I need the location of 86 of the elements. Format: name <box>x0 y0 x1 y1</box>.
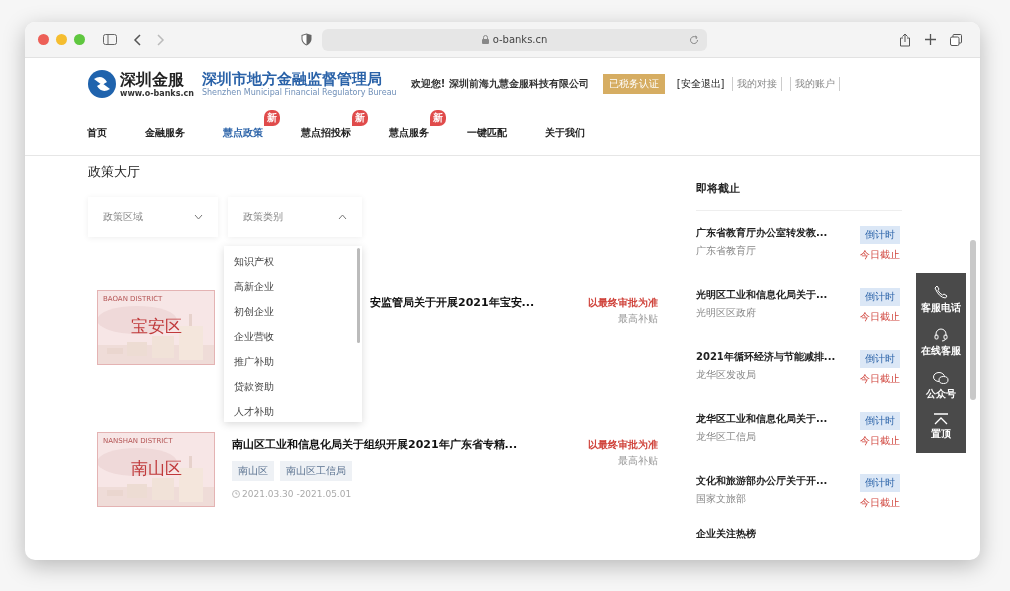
sidebar-icon[interactable] <box>103 34 117 45</box>
section-title: 即将截止 <box>696 181 902 211</box>
float-panel-button[interactable]: 在线客服 <box>921 327 961 359</box>
float-panel-button[interactable]: 客服电话 <box>921 285 961 316</box>
account-link[interactable]: 我的账户 <box>790 77 841 91</box>
policy-title[interactable]: 南山区工业和信息化局关于组织开展2021年广东省专精... <box>232 437 562 452</box>
new-tab-icon[interactable] <box>925 34 936 45</box>
headset-icon <box>934 327 948 343</box>
section-title: 企业关注热榜 <box>696 527 757 541</box>
countdown-badge: 倒计时 <box>860 350 900 368</box>
district-label: 南山区 <box>129 457 183 480</box>
filter-dropdown[interactable]: 政策区域 <box>88 197 218 237</box>
deadline-status: 今日截止 <box>859 310 901 324</box>
brand-url: www.o-banks.cn <box>120 88 194 98</box>
deadline-title[interactable]: 文化和旅游部办公厅关于开... <box>696 474 850 488</box>
menu-item[interactable]: 贷款资助 <box>234 380 362 394</box>
reload-icon[interactable] <box>689 34 699 45</box>
back-to-top-icon <box>933 412 949 425</box>
menu-item[interactable]: 知识产权 <box>234 255 362 269</box>
account-link[interactable]: 我的对接 <box>732 77 783 91</box>
float-panel-button[interactable]: 公众号 <box>926 370 956 401</box>
deadline-title[interactable]: 2021年循环经济与节能减排... <box>696 350 850 364</box>
new-badge: 新 <box>352 109 368 126</box>
countdown-badge: 倒计时 <box>860 474 900 492</box>
nav-tab[interactable]: 关于我们 <box>545 125 585 140</box>
policy-title[interactable]: 安监管局关于开展2021年宝安... <box>370 295 562 310</box>
deadline-status: 今日截止 <box>859 248 901 262</box>
back-icon[interactable] <box>133 33 141 46</box>
scrollbar[interactable] <box>970 240 976 400</box>
countdown-badge: 倒计时 <box>860 412 900 430</box>
policy-tag: 南山区 <box>232 461 274 481</box>
share-icon[interactable] <box>899 32 911 47</box>
brand-name: 深圳金服 <box>120 70 185 89</box>
filter-dropdown[interactable]: 政策类别 <box>228 197 362 237</box>
new-badge: 新 <box>264 109 280 126</box>
deadline-org: 龙华区发改局 <box>696 368 757 382</box>
deadline-title[interactable]: 龙华区工业和信息化局关于... <box>696 412 850 426</box>
welcome-text: 欢迎您! 深圳前海九慧金服科技有限公司 <box>410 77 589 91</box>
address-bar[interactable]: o-banks.cn <box>322 28 707 51</box>
subsidy-amount: 以最终审批为准 <box>588 438 658 452</box>
scrollbar[interactable] <box>357 248 360 343</box>
deadline-status: 今日截止 <box>859 434 901 448</box>
deadline-org: 光明区区政府 <box>696 306 757 320</box>
countdown-badge: 倒计时 <box>860 226 900 244</box>
menu-item[interactable]: 企业营收 <box>234 330 362 344</box>
deadline-title[interactable]: 广东省教育厅办公室转发教... <box>696 226 850 240</box>
deadline-title[interactable]: 光明区工业和信息化局关于... <box>696 288 850 302</box>
chat-icon <box>933 370 949 385</box>
nav-tab[interactable]: 首页 <box>87 125 107 140</box>
minimize-button[interactable] <box>56 34 67 45</box>
deadline-status: 今日截止 <box>859 496 901 510</box>
subsidy-label: 最高补贴 <box>618 312 658 326</box>
nav-tab[interactable]: 金融服务 <box>145 125 185 140</box>
policy-tag: 南山区工信局 <box>280 461 352 481</box>
zoom-button[interactable] <box>74 34 85 45</box>
phone-icon <box>934 285 948 300</box>
deadline-org: 国家文旅部 <box>696 492 747 506</box>
lock-icon <box>481 35 489 44</box>
url-text: o-banks.cn <box>492 34 548 45</box>
forward-icon[interactable] <box>157 33 165 46</box>
countdown-badge: 倒计时 <box>860 288 900 306</box>
subsidy-label: 最高补贴 <box>618 454 658 468</box>
bureau-english-name: Shenzhen Municipal Financial Regulatory Bureau <box>201 88 397 97</box>
clock-icon <box>232 490 240 498</box>
deadline-org: 龙华区工信局 <box>696 430 757 444</box>
close-button[interactable] <box>38 34 49 45</box>
bureau-name: 深圳市地方金融监督管理局 <box>201 71 383 88</box>
page-title: 政策大厅 <box>88 163 141 181</box>
nav-tab[interactable]: 一键匹配 <box>467 125 507 140</box>
logout-link[interactable]: [安全退出] <box>676 77 725 91</box>
deadline-org: 广东省教育厅 <box>696 244 757 258</box>
menu-item[interactable]: 人才补助 <box>234 405 362 419</box>
chevron-icon <box>338 214 347 220</box>
logo-icon <box>88 70 116 98</box>
tabs-icon[interactable] <box>950 33 962 46</box>
deadline-status: 今日截止 <box>859 372 901 386</box>
shield-icon[interactable] <box>301 33 312 46</box>
menu-item[interactable]: 高新企业 <box>234 280 362 294</box>
menu-item[interactable]: 初创企业 <box>234 305 362 319</box>
district-label: 宝安区 <box>129 315 183 338</box>
chevron-icon <box>194 214 203 220</box>
float-panel-button[interactable]: 置顶 <box>931 412 951 441</box>
policy-date: 2021.03.30 -2021.05.01 <box>242 489 352 499</box>
menu-item[interactable]: 推广补助 <box>234 355 362 369</box>
new-badge: 新 <box>430 109 446 126</box>
subsidy-amount: 以最终审批为准 <box>588 296 658 310</box>
